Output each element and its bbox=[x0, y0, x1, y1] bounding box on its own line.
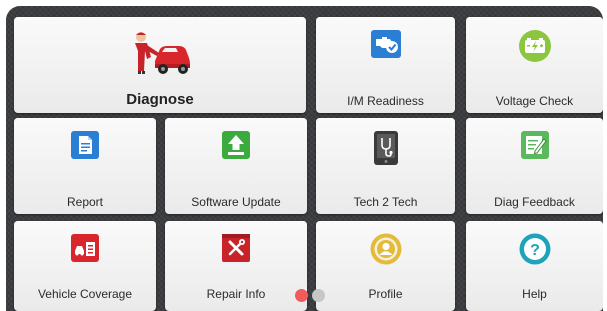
question-icon: ? bbox=[519, 233, 550, 265]
svg-text:?: ? bbox=[530, 242, 540, 259]
report-label: Report bbox=[66, 195, 104, 209]
mechanic-car-icon bbox=[135, 32, 190, 74]
report-tile[interactable]: Report bbox=[14, 118, 156, 214]
help-label: Help bbox=[522, 287, 547, 301]
im-readiness-tile[interactable]: I/M Readiness bbox=[316, 17, 455, 113]
diag-feedback-label: Diag Feedback bbox=[494, 195, 575, 209]
profile-tile[interactable]: Profile bbox=[316, 221, 455, 311]
help-tile[interactable]: ? Help bbox=[466, 221, 603, 311]
car-list-icon bbox=[71, 234, 99, 262]
page-dot-1[interactable] bbox=[295, 289, 308, 302]
user-profile-icon bbox=[370, 233, 401, 265]
tools-book-icon bbox=[222, 234, 250, 262]
diag-feedback-tile[interactable]: Diag Feedback bbox=[466, 118, 603, 214]
repair-info-tile[interactable]: Repair Info bbox=[165, 221, 307, 311]
voltage-check-label: Voltage Check bbox=[495, 94, 574, 108]
document-icon bbox=[71, 131, 99, 159]
page-dot-2[interactable] bbox=[312, 289, 325, 302]
im-readiness-label: I/M Readiness bbox=[347, 94, 424, 108]
battery-icon bbox=[518, 30, 551, 62]
profile-label: Profile bbox=[368, 287, 403, 301]
repair-info-label: Repair Info bbox=[206, 287, 266, 301]
tech2tech-label: Tech 2 Tech bbox=[353, 195, 418, 209]
diagnose-tile[interactable]: Diagnose bbox=[14, 17, 306, 113]
engine-check-icon bbox=[370, 30, 401, 58]
vehicle-coverage-label: Vehicle Coverage bbox=[37, 287, 133, 301]
upload-icon bbox=[222, 131, 250, 159]
voltage-check-tile[interactable]: Voltage Check bbox=[466, 17, 603, 113]
tech2tech-tile[interactable]: Tech 2 Tech bbox=[316, 118, 455, 214]
software-update-label: Software Update bbox=[191, 195, 281, 209]
edit-note-icon bbox=[520, 131, 549, 159]
home-screen: Diagnose I/M Readiness Voltage Check Rep… bbox=[6, 6, 603, 311]
tablet-stethoscope-icon bbox=[373, 131, 398, 165]
vehicle-coverage-tile[interactable]: Vehicle Coverage bbox=[14, 221, 156, 311]
diagnose-label: Diagnose bbox=[126, 91, 194, 108]
software-update-tile[interactable]: Software Update bbox=[165, 118, 307, 214]
